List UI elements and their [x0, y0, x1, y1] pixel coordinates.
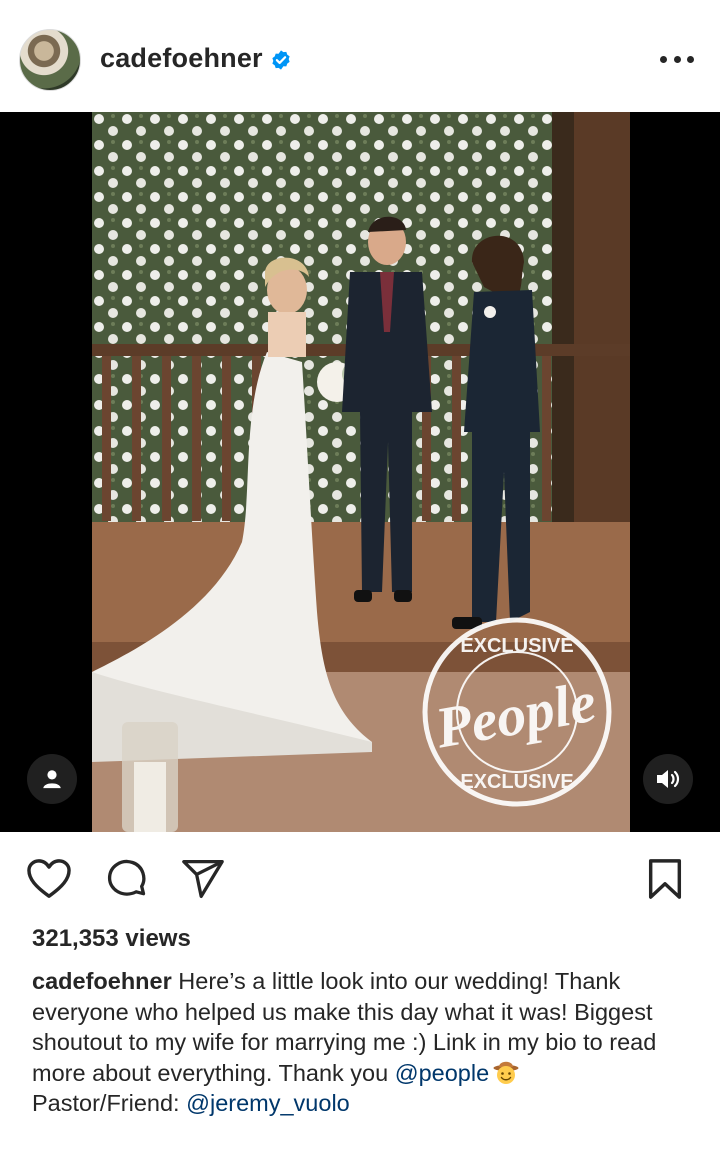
more-options-icon[interactable] [660, 44, 694, 74]
watermark-top-text: EXCLUSIVE [460, 635, 573, 657]
people-exclusive-watermark: EXCLUSIVE People EXCLUSIVE [422, 617, 612, 807]
verified-badge-icon [272, 50, 290, 70]
comment-icon [107, 859, 146, 896]
header-username[interactable]: cadefoehner [100, 43, 263, 74]
caption-username[interactable]: cadefoehner [32, 968, 172, 994]
save-button[interactable] [642, 856, 688, 902]
like-button[interactable] [26, 856, 72, 902]
heart-icon [27, 859, 71, 898]
action-bar [0, 832, 720, 922]
share-button[interactable] [180, 856, 226, 902]
views-count[interactable]: 321,353 views [32, 925, 191, 953]
post-header: cadefoehner [0, 0, 720, 112]
watermark-bottom-text: EXCLUSIVE [460, 771, 573, 793]
post-media[interactable]: EXCLUSIVE People EXCLUSIVE [0, 112, 720, 832]
person-icon [43, 770, 61, 789]
wedding-photo: EXCLUSIVE People EXCLUSIVE [92, 112, 630, 832]
comment-button[interactable] [104, 856, 150, 902]
mention-jeremy-vuolo[interactable]: @jeremy_vuolo [186, 1090, 350, 1116]
cowboy-face-icon [493, 1061, 519, 1084]
sound-toggle-button[interactable] [643, 754, 693, 804]
tagged-users-button[interactable] [27, 754, 77, 804]
post-caption: cadefoehner Here’s a little look into ou… [32, 966, 700, 1119]
caption-pastor-label: Pastor/Friend: [32, 1090, 187, 1116]
speaker-icon [657, 770, 680, 788]
avatar[interactable] [19, 29, 81, 91]
bookmark-icon [648, 859, 682, 899]
mention-people[interactable]: @people [395, 1060, 489, 1086]
send-icon [182, 860, 224, 898]
